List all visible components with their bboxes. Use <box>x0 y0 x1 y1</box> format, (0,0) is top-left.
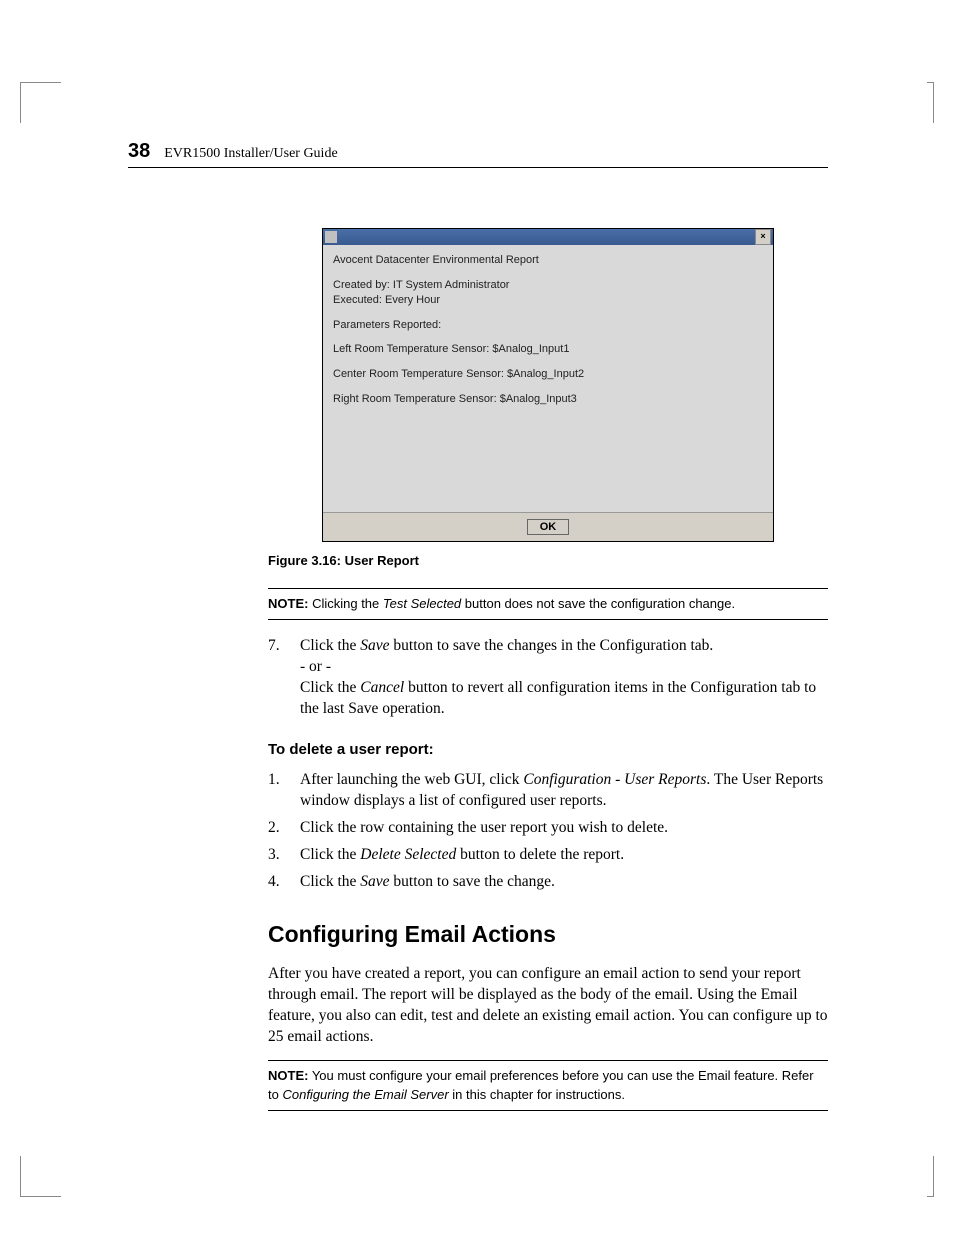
d3-a: Click the <box>300 846 360 863</box>
figure-dialog: × Avocent Datacenter Environmental Repor… <box>322 228 774 542</box>
note-text-before: Clicking the <box>308 596 382 611</box>
delete-step-1-num: 1. <box>268 770 300 812</box>
delete-step-2-num: 2. <box>268 818 300 839</box>
dialog-body: Avocent Datacenter Environmental Report … <box>323 245 773 425</box>
dialog-button-bar: OK <box>323 512 773 541</box>
section-heading-email: Configuring Email Actions <box>268 919 828 950</box>
dialog-app-icon <box>325 231 337 243</box>
step-7a-em: Save <box>360 637 389 654</box>
sensor-right-line: Right Room Temperature Sensor: $Analog_I… <box>333 392 763 407</box>
delete-step-2: 2. Click the row containing the user rep… <box>268 818 828 839</box>
d1-em: Configuration - User Reports <box>523 771 706 788</box>
created-by-line: Created by: IT System Administrator <box>333 278 763 293</box>
document-title: EVR1500 Installer/User Guide <box>164 146 337 162</box>
delete-step-1: 1. After launching the web GUI, click Co… <box>268 770 828 812</box>
d3-b: button to delete the report. <box>456 846 624 863</box>
step-7: 7. Click the Save button to save the cha… <box>268 636 828 720</box>
crop-mark-tr <box>927 82 934 123</box>
d4-a: Click the <box>300 873 360 890</box>
sensor-center-line: Center Room Temperature Sensor: $Analog_… <box>333 367 763 382</box>
note-label: NOTE: <box>268 596 308 611</box>
d4-b: button to save the change. <box>390 873 555 890</box>
step-7b-before: Click the <box>300 679 360 696</box>
note-text-after: button does not save the configuration c… <box>461 596 735 611</box>
close-icon[interactable]: × <box>755 229 771 245</box>
executed-line: Executed: Every Hour <box>333 293 763 308</box>
dialog-titlebar: × <box>323 229 773 245</box>
d4-em: Save <box>360 873 389 890</box>
note2-label: NOTE: <box>268 1068 308 1083</box>
note-email-prefs: NOTE: You must configure your email pref… <box>268 1060 828 1112</box>
crop-mark-tl <box>20 82 61 123</box>
crop-mark-br <box>927 1156 934 1197</box>
note-test-selected: NOTE: Clicking the Test Selected button … <box>268 588 828 621</box>
step-7-number: 7. <box>268 636 300 720</box>
delete-step-4-num: 4. <box>268 872 300 893</box>
d3-em: Delete Selected <box>360 846 456 863</box>
step-7a-after: button to save the changes in the Config… <box>390 637 714 654</box>
step-7a-before: Click the <box>300 637 360 654</box>
page-number: 38 <box>128 140 150 163</box>
page-header: 38 EVR1500 Installer/User Guide <box>128 140 828 168</box>
step-7-or: - or - <box>300 658 331 675</box>
report-title-line: Avocent Datacenter Environmental Report <box>333 253 763 268</box>
sensor-left-line: Left Room Temperature Sensor: $Analog_In… <box>333 342 763 357</box>
delete-step-4: 4. Click the Save button to save the cha… <box>268 872 828 893</box>
step-7b-em: Cancel <box>360 679 404 696</box>
ok-button[interactable]: OK <box>527 519 570 535</box>
delete-step-3-num: 3. <box>268 845 300 866</box>
note2-after: in this chapter for instructions. <box>449 1087 625 1102</box>
d2-a: Click the row containing the user report… <box>300 819 668 836</box>
d1-a: After launching the web GUI, click <box>300 771 523 788</box>
note-em: Test Selected <box>383 596 461 611</box>
delete-report-heading: To delete a user report: <box>268 740 828 760</box>
figure-caption: Figure 3.16: User Report <box>268 552 828 570</box>
note2-em: Configuring the Email Server <box>282 1087 448 1102</box>
section-paragraph: After you have created a report, you can… <box>268 964 828 1048</box>
delete-step-3: 3. Click the Delete Selected button to d… <box>268 845 828 866</box>
params-heading-line: Parameters Reported: <box>333 318 763 333</box>
crop-mark-bl <box>20 1156 61 1197</box>
